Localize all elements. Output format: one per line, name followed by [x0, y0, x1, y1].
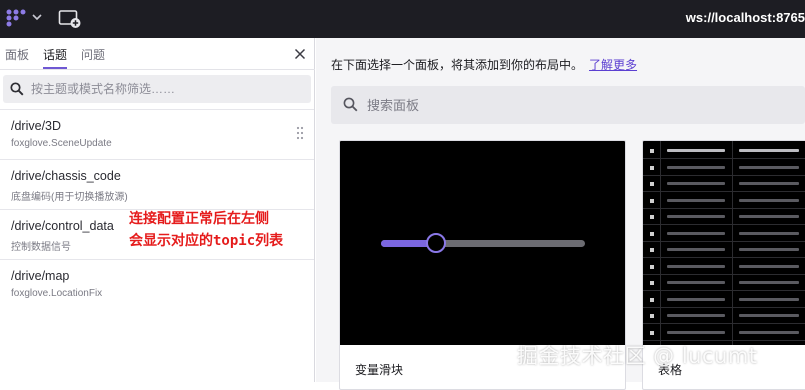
- slider-thumb: [426, 233, 446, 253]
- table-column-divider: [660, 141, 661, 345]
- intro-sentence: 在下面选择一个面板，将其添加到你的布局中。: [331, 58, 584, 72]
- table-row-divider: [643, 191, 805, 192]
- table-row-divider: [643, 273, 805, 275]
- add-window-icon[interactable]: [58, 8, 82, 30]
- annotation-line: 会显示对应的topic列表: [129, 233, 284, 249]
- table-row-divider: [643, 290, 805, 291]
- table-row-marker: [650, 248, 654, 252]
- table-row-marker: [650, 264, 654, 269]
- topic-name: /drive/chassis_code: [11, 169, 121, 183]
- table-row-marker: [650, 314, 654, 318]
- table-row-marker: [650, 198, 654, 203]
- table-cell-placeholder: [667, 330, 725, 334]
- topic-schema: foxglove.LocationFix: [11, 288, 103, 299]
- sidebar: 面板 话题 问题 /drive/3D foxglove.SceneUpdate …: [0, 38, 315, 382]
- table-row-divider: [643, 207, 805, 209]
- table-row-divider: [643, 306, 805, 308]
- table-cell-placeholder: [667, 314, 725, 317]
- table-row-marker: [650, 330, 654, 335]
- top-bar: ws://localhost:8765: [0, 0, 805, 38]
- table-cell-placeholder: [739, 231, 799, 235]
- table-cell-placeholder: [739, 314, 799, 317]
- card-preview: [643, 141, 805, 345]
- table-row-marker: [650, 297, 654, 302]
- tab-topics[interactable]: 话题: [43, 46, 67, 63]
- table-cell-placeholder: [667, 248, 725, 251]
- topic-schema: 底盘编码(用于切换播放源): [11, 192, 128, 203]
- tab-panels[interactable]: 面板: [5, 46, 29, 63]
- topic-name: /drive/3D: [11, 119, 62, 133]
- list-item[interactable]: /drive/map foxglove.LocationFix: [0, 259, 314, 309]
- table-row-divider: [643, 224, 805, 225]
- table-cell-placeholder: [739, 330, 799, 334]
- table-cell-placeholder: [667, 165, 725, 169]
- table-row-marker: [650, 281, 654, 285]
- table-cell-placeholder: [667, 231, 725, 235]
- annotation-line: 连接配置正常后在左侧: [129, 211, 269, 227]
- panel-search: [331, 86, 805, 124]
- intro-text: 在下面选择一个面板，将其添加到你的布局中。 了解更多: [331, 56, 637, 73]
- tab-problems[interactable]: 问题: [81, 46, 105, 63]
- card-preview: [340, 141, 625, 345]
- table-cell-placeholder: [667, 297, 725, 301]
- sidebar-tabs: 面板 话题 问题: [0, 38, 315, 70]
- watermark: 掘金技术社区 @ lucumt: [517, 344, 758, 368]
- connection-url[interactable]: ws://localhost:8765: [686, 10, 805, 25]
- topic-filter-input[interactable]: [31, 79, 301, 99]
- table-row-marker: [650, 231, 654, 236]
- close-icon[interactable]: [292, 46, 308, 62]
- card-label: 变量滑块: [355, 363, 404, 377]
- topic-name: /drive/map: [11, 269, 70, 283]
- panel-search-input[interactable]: [367, 95, 787, 115]
- search-icon: [10, 82, 24, 96]
- table-cell-placeholder: [739, 165, 799, 169]
- table-row-divider: [643, 158, 805, 159]
- table-row-divider: [643, 257, 805, 258]
- table-cell-placeholder: [739, 149, 799, 152]
- table-cell-placeholder: [667, 198, 725, 202]
- table-row-marker: [650, 215, 654, 219]
- topic-filter: [3, 75, 311, 103]
- panel-catalog: 在下面选择一个面板，将其添加到你的布局中。了解更多 变量滑块 表格: [316, 38, 805, 390]
- table-cell-placeholder: [667, 182, 725, 185]
- table-cell-placeholder: [739, 182, 799, 185]
- topic-name: /drive/control_data: [11, 219, 114, 233]
- table-cell-placeholder: [739, 297, 799, 301]
- list-item[interactable]: /drive/chassis_code 底盘编码(用于切换播放源): [0, 159, 314, 209]
- topic-schema: 控制数据信号: [11, 242, 71, 253]
- annotation-note: 连接配置正常后在左侧 会显示对应的topic列表: [129, 208, 283, 252]
- table-cell-placeholder: [739, 248, 799, 251]
- table-row-divider: [643, 323, 805, 324]
- table-row-divider: [643, 174, 805, 176]
- topic-schema: foxglove.SceneUpdate: [11, 138, 112, 149]
- chevron-down-icon[interactable]: [31, 10, 43, 24]
- active-tab-indicator: [43, 67, 67, 69]
- table-row-marker: [650, 182, 654, 186]
- list-item[interactable]: /drive/3D foxglove.SceneUpdate: [0, 109, 314, 159]
- table-column-divider: [732, 141, 733, 345]
- table-cell-placeholder: [667, 264, 725, 268]
- table-cell-placeholder: [667, 281, 725, 284]
- learn-more-link[interactable]: 了解更多: [589, 58, 637, 72]
- table-cell-placeholder: [667, 215, 725, 218]
- drag-handle-icon[interactable]: [296, 126, 304, 140]
- table-cell-placeholder: [739, 215, 799, 218]
- table-row-marker: [650, 165, 654, 170]
- search-icon: [343, 97, 358, 112]
- foxglove-logo-icon[interactable]: [5, 9, 27, 27]
- table-cell-placeholder: [667, 149, 725, 152]
- table-row-marker: [650, 149, 654, 153]
- table-row-divider: [643, 240, 805, 242]
- table-cell-placeholder: [739, 198, 799, 202]
- table-cell-placeholder: [739, 281, 799, 284]
- table-cell-placeholder: [739, 264, 799, 268]
